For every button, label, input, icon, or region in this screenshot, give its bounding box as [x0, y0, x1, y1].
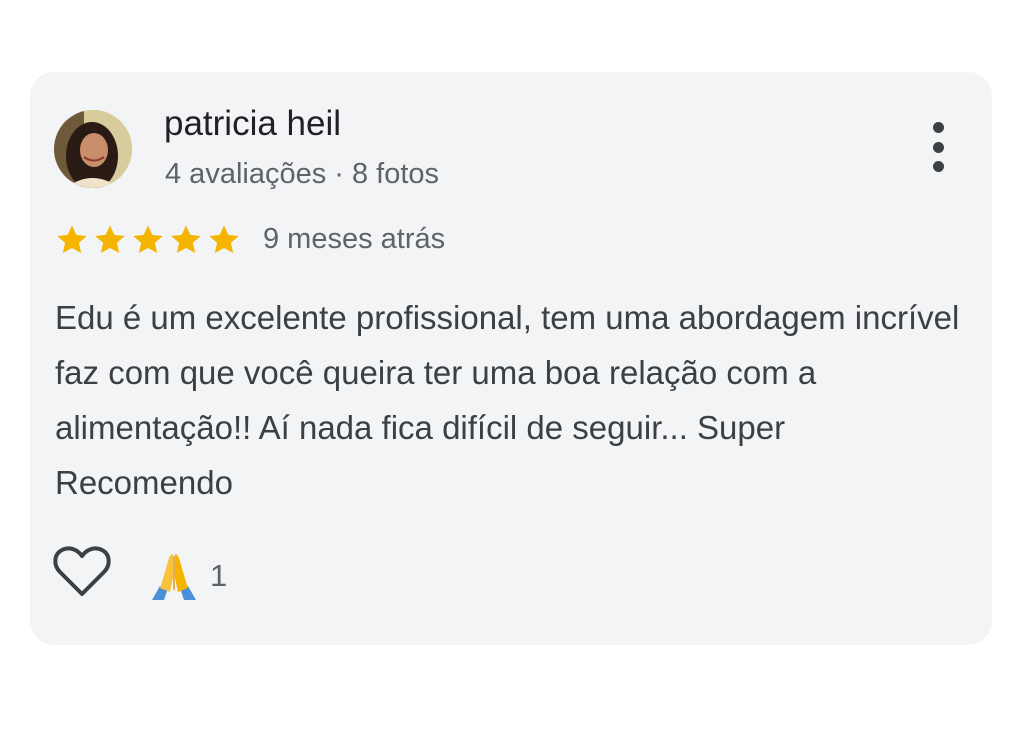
star-icon	[95, 225, 125, 254]
star-icon	[57, 225, 87, 254]
review-text: Edu é um excelente profissional, tem uma…	[55, 299, 960, 501]
folded-hands-emoji-icon	[152, 554, 196, 600]
reaction-summary[interactable]: 1	[146, 548, 227, 604]
reaction-count: 1	[210, 558, 228, 593]
star-icon	[171, 225, 201, 254]
review-card: patricia heil 4 avaliações · 8 fotos 9 m…	[30, 72, 992, 645]
star-icon	[133, 225, 163, 254]
more-vertical-icon-dot	[932, 141, 944, 153]
star-icon	[209, 225, 239, 254]
heart-outline-icon	[53, 546, 111, 596]
more-options-button[interactable]	[920, 122, 956, 172]
avatar-photo	[54, 110, 132, 188]
more-vertical-icon	[932, 122, 944, 133]
more-vertical-icon-dot	[932, 161, 944, 172]
author-name[interactable]: patricia heil	[164, 104, 341, 144]
author-meta: 4 avaliações · 8 fotos	[165, 158, 440, 190]
like-button[interactable]	[52, 544, 112, 600]
review-date: 9 meses atrás	[263, 223, 446, 255]
star-rating	[54, 222, 242, 258]
author-avatar[interactable]	[54, 110, 132, 188]
